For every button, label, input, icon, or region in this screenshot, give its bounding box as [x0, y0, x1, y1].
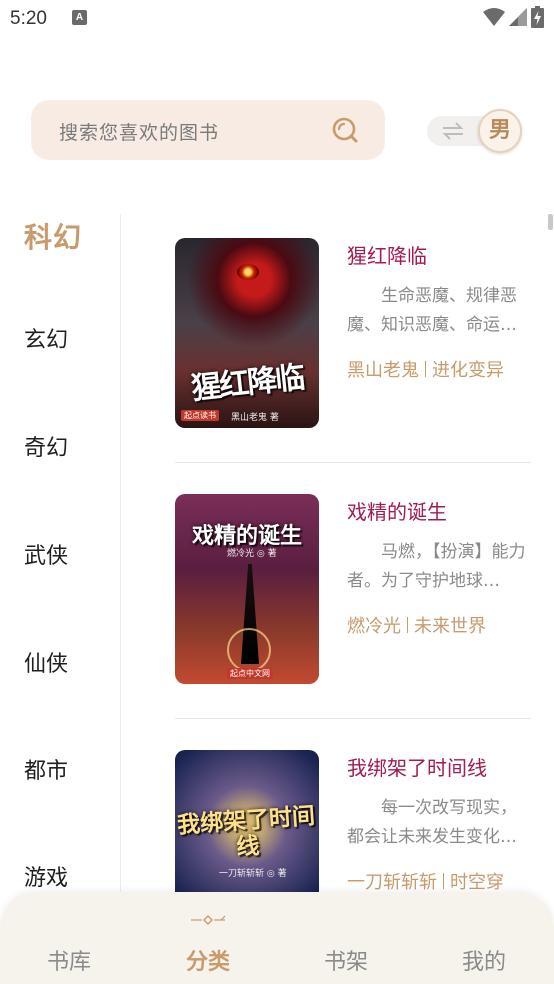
book-author: 黑山老鬼 [347, 360, 419, 381]
book-item[interactable]: 猩红降临 起点读书 黑山老鬼 著 猩红降临 生命恶魔、规律恶魔、知识恶魔、命运…… [121, 212, 554, 468]
book-divider [175, 462, 531, 463]
wifi-icon [483, 8, 505, 26]
meta-separator [443, 873, 444, 889]
book-tag: 时空穿 [450, 872, 504, 892]
search-placeholder: 搜索您喜欢的图书 [59, 122, 220, 144]
cover-author: 一刀斩斩斩 ◎ 著 [219, 869, 287, 879]
battery-charging-icon [531, 6, 544, 28]
cover-ring [227, 628, 271, 672]
meta-separator [425, 361, 426, 377]
book-author: 一刀斩斩斩 [347, 872, 437, 892]
book-item[interactable]: 戏精的诞生 燃冷光 ◎ 著 起点中文网 戏精的诞生 马燃，【扮演】能力者。为了守… [121, 468, 554, 724]
swap-icon [442, 122, 464, 140]
category-item[interactable]: 都市 [24, 753, 68, 785]
book-description: 每一次改写现实，都会让未来发生变化… [347, 798, 517, 847]
cover-title: 我绑架了时间线 [176, 802, 316, 861]
gender-male-knob[interactable]: 男 [478, 109, 522, 153]
status-icons [483, 6, 544, 28]
bottom-nav: 书库 分类 书架 我的 [0, 892, 554, 984]
nav-tab-library[interactable]: 书库 [47, 944, 91, 976]
category-item[interactable]: 武侠 [24, 538, 68, 570]
book-meta: 一刀斩斩斩 时空穿 [347, 868, 504, 892]
meta-separator [407, 617, 408, 633]
book-cover[interactable]: 戏精的诞生 燃冷光 ◎ 著 起点中文网 [175, 494, 319, 684]
book-description: 马燃，【扮演】能力者。为了守护地球… [347, 542, 526, 591]
category-item[interactable]: 游戏 [24, 860, 68, 892]
cover-publisher-badge: 起点读书 [181, 410, 219, 421]
cover-author: 黑山老鬼 著 [231, 413, 279, 423]
book-title[interactable]: 戏精的诞生 [347, 496, 447, 525]
book-meta: 黑山老鬼 进化变异 [347, 356, 504, 382]
cover-publisher-badge: 起点中文网 [227, 668, 273, 679]
book-divider [175, 718, 531, 719]
search-bar[interactable]: 搜索您喜欢的图书 [31, 100, 385, 160]
book-description: 生命恶魔、规律恶魔、知识恶魔、命运… [347, 286, 517, 335]
book-meta: 燃冷光 未来世界 [347, 612, 486, 638]
scrollbar-thumb[interactable] [548, 214, 553, 230]
nav-tab-category[interactable]: 分类 [186, 944, 230, 976]
book-author: 燃冷光 [347, 616, 401, 637]
category-item-active[interactable]: 科幻 [24, 216, 82, 256]
book-title[interactable]: 猩红降临 [347, 240, 427, 269]
book-title[interactable]: 我绑架了时间线 [347, 752, 487, 781]
category-item[interactable]: 仙侠 [24, 646, 68, 678]
status-time: 5:20 [10, 8, 47, 29]
search-icon[interactable] [331, 116, 359, 144]
book-cover[interactable]: 我绑架了时间线 一刀斩斩斩 ◎ 著 [175, 750, 319, 892]
cover-title: 猩红降临 [189, 360, 305, 407]
nav-tab-bookshelf[interactable]: 书架 [324, 944, 368, 976]
active-tab-ornament-icon [191, 915, 226, 925]
book-list[interactable]: 猩红降临 起点读书 黑山老鬼 著 猩红降临 生命恶魔、规律恶魔、知识恶魔、命运…… [121, 212, 554, 892]
nav-tab-profile[interactable]: 我的 [462, 944, 506, 976]
category-item[interactable]: 玄幻 [24, 322, 68, 354]
cover-author: 燃冷光 ◎ 著 [227, 549, 277, 559]
notification-a-icon: A [72, 10, 87, 25]
book-tag: 进化变异 [432, 360, 504, 381]
signal-icon [509, 8, 527, 26]
category-sidebar: 科幻 玄幻 奇幻 武侠 仙侠 都市 游戏 [0, 212, 120, 902]
book-tag: 未来世界 [414, 616, 486, 637]
status-bar: 5:20 A [0, 0, 554, 40]
cover-red-eye [237, 264, 259, 280]
book-cover[interactable]: 猩红降临 起点读书 黑山老鬼 著 [175, 238, 319, 428]
category-item[interactable]: 奇幻 [24, 430, 68, 462]
book-item[interactable]: 我绑架了时间线 一刀斩斩斩 ◎ 著 我绑架了时间线 每一次改写现实，都会让未来发… [121, 724, 554, 892]
